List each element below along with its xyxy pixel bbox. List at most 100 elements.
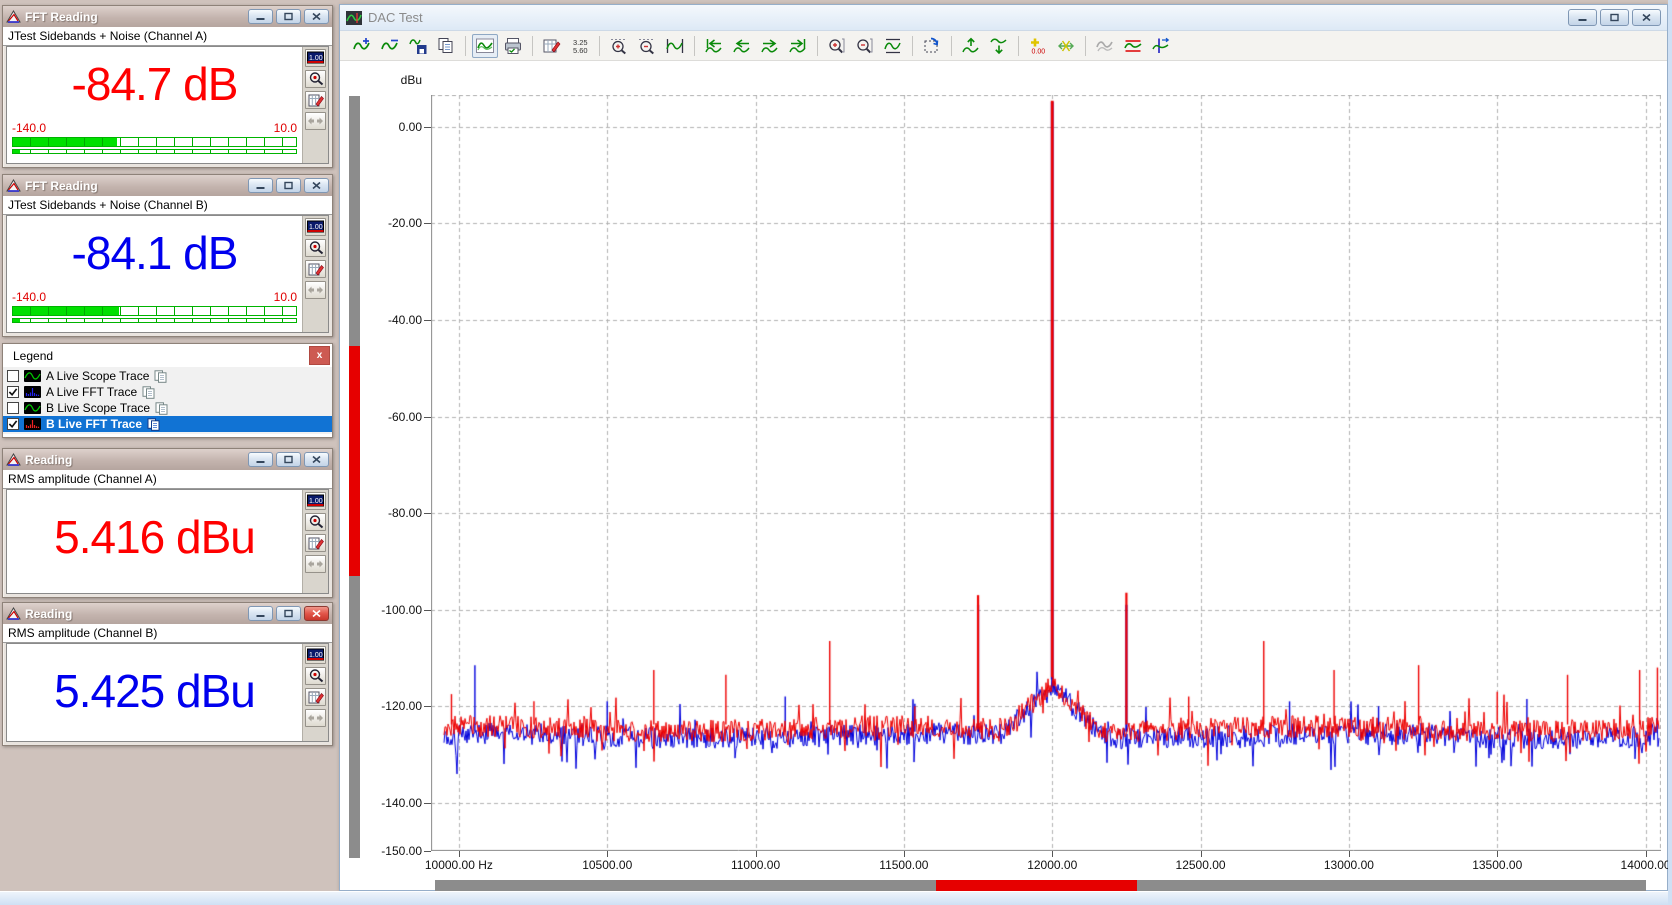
- multi-instrument-logo-icon: [6, 453, 21, 466]
- zero-reference-button[interactable]: 0.00: [1025, 34, 1051, 58]
- remove-offset-button[interactable]: [1053, 34, 1079, 58]
- panel-title-bar[interactable]: FFT Reading: [3, 6, 332, 27]
- restore-button[interactable]: [1600, 9, 1629, 26]
- fit-x-button[interactable]: [662, 34, 688, 58]
- close-icon[interactable]: x: [309, 346, 330, 365]
- overlay-traces-button[interactable]: [1092, 34, 1118, 58]
- meter-max-label: 10.0: [273, 290, 297, 304]
- legend-row[interactable]: B Live FFT Trace: [3, 416, 332, 432]
- horizontal-scroll-highlight[interactable]: [936, 880, 1138, 891]
- svg-text:5.60: 5.60: [573, 46, 588, 55]
- toolbar-separator: [694, 35, 695, 56]
- minimize-button[interactable]: [248, 606, 273, 621]
- spectrum-plot[interactable]: [431, 95, 1661, 851]
- shift-up-button[interactable]: [958, 34, 984, 58]
- zoom-x-in-button[interactable]: [606, 34, 632, 58]
- fit-y-button[interactable]: [880, 34, 906, 58]
- digits-display-button[interactable]: 1.00: [305, 492, 326, 510]
- pan-arrows-button[interactable]: [305, 281, 326, 299]
- digits-display-button[interactable]: 1.00: [305, 49, 326, 67]
- close-button[interactable]: [304, 606, 329, 621]
- minimize-button[interactable]: [248, 452, 273, 467]
- close-button[interactable]: [304, 178, 329, 193]
- y-tick-label: -100.00: [381, 602, 422, 617]
- toolbar-separator: [1085, 35, 1086, 56]
- reading-window: Reading RMS amplitude (Channel B) 1.00 5.42…: [2, 602, 333, 746]
- pan-arrows-button[interactable]: [305, 555, 326, 573]
- trace-visibility-checkbox[interactable]: [7, 370, 19, 382]
- trace-visibility-checkbox[interactable]: [7, 418, 19, 430]
- svg-text:0.00: 0.00: [1032, 48, 1046, 55]
- pan-arrows-button[interactable]: [305, 112, 326, 130]
- horizontal-scroll-indicator[interactable]: [435, 880, 1646, 891]
- copy-trace-icon[interactable]: [154, 369, 168, 383]
- shift-down-button[interactable]: [986, 34, 1012, 58]
- rotate-view-button[interactable]: [919, 34, 945, 58]
- zoom-y-out-button[interactable]: [852, 34, 878, 58]
- trace-visibility-checkbox[interactable]: [7, 402, 19, 414]
- svg-text:1.00: 1.00: [309, 498, 323, 505]
- zoom-probe-button[interactable]: [305, 70, 326, 88]
- copy-chart-button[interactable]: [433, 34, 459, 58]
- zoom-y-in-button[interactable]: [824, 34, 850, 58]
- chart-view-button[interactable]: [472, 33, 498, 58]
- minimize-button[interactable]: [248, 9, 273, 24]
- legend-row[interactable]: B Live Scope Trace: [3, 400, 332, 416]
- numeric-readout-button[interactable]: 3.25 5.60: [567, 34, 593, 58]
- legend-title-bar[interactable]: Legend x: [3, 344, 332, 367]
- pan-right-button[interactable]: [757, 34, 783, 58]
- zoom-x-out-button[interactable]: [634, 34, 660, 58]
- x-tick-label: 11000.00: [730, 858, 781, 872]
- zoom-probe-button[interactable]: [305, 513, 326, 531]
- pan-left-end-button[interactable]: [701, 34, 727, 58]
- x-tick-label: 12000.00: [1027, 858, 1078, 872]
- pan-right-end-button[interactable]: [785, 34, 811, 58]
- copy-trace-icon[interactable]: [155, 401, 169, 415]
- zoom-probe-button[interactable]: [305, 239, 326, 257]
- remove-trace-button[interactable]: [377, 34, 403, 58]
- y-tick-mark: [424, 319, 431, 321]
- add-trace-button[interactable]: [349, 34, 375, 58]
- edit-properties-button[interactable]: [539, 34, 565, 58]
- digits-display-button[interactable]: 1.00: [305, 218, 326, 236]
- restore-button[interactable]: [276, 452, 301, 467]
- y-tick-label: 0.00: [398, 119, 422, 134]
- close-button[interactable]: [304, 9, 329, 24]
- digits-display-button[interactable]: 1.00: [305, 646, 326, 664]
- zoom-probe-button[interactable]: [305, 667, 326, 685]
- restore-button[interactable]: [276, 606, 301, 621]
- legend-row[interactable]: A Live Scope Trace: [3, 368, 332, 384]
- panel-title-bar[interactable]: Reading: [3, 603, 332, 624]
- fft-reading-window: FFT Reading JTest Sidebands + Noise (Chan…: [2, 5, 333, 168]
- pan-left-button[interactable]: [729, 34, 755, 58]
- restore-button[interactable]: [276, 178, 301, 193]
- pan-arrows-button[interactable]: [305, 709, 326, 727]
- fft-reading-window: FFT Reading JTest Sidebands + Noise (Chan…: [2, 174, 333, 337]
- y-tick-label: -150.00: [381, 844, 422, 858]
- edit-properties-button[interactable]: [305, 260, 326, 278]
- print-chart-button[interactable]: [500, 34, 526, 58]
- legend-title: Legend: [13, 349, 54, 363]
- y-tick-mark: [424, 416, 431, 418]
- edit-properties-button[interactable]: [305, 534, 326, 552]
- trace-visibility-checkbox[interactable]: [7, 386, 19, 398]
- restore-button[interactable]: [276, 9, 301, 24]
- close-button[interactable]: [304, 452, 329, 467]
- panel-title-bar[interactable]: FFT Reading: [3, 175, 332, 196]
- reference-lines-button[interactable]: [1120, 34, 1146, 58]
- minimize-button[interactable]: [248, 178, 273, 193]
- close-button[interactable]: [1632, 9, 1661, 26]
- legend-row[interactable]: A Live FFT Trace: [3, 384, 332, 400]
- edit-properties-button[interactable]: [305, 688, 326, 706]
- save-trace-button[interactable]: [405, 34, 431, 58]
- vertical-scroll-indicator[interactable]: [349, 96, 360, 858]
- copy-trace-icon[interactable]: [147, 417, 161, 431]
- minimize-button[interactable]: [1568, 9, 1597, 26]
- panel-title-bar[interactable]: Reading: [3, 449, 332, 470]
- edit-properties-button[interactable]: [305, 91, 326, 109]
- dac-title-bar[interactable]: DAC Test: [340, 5, 1667, 31]
- copy-trace-icon[interactable]: [142, 385, 156, 399]
- fft-trace-icon: [24, 386, 41, 398]
- cursor-reader-button[interactable]: [1148, 34, 1174, 58]
- vertical-scroll-highlight[interactable]: [349, 345, 360, 577]
